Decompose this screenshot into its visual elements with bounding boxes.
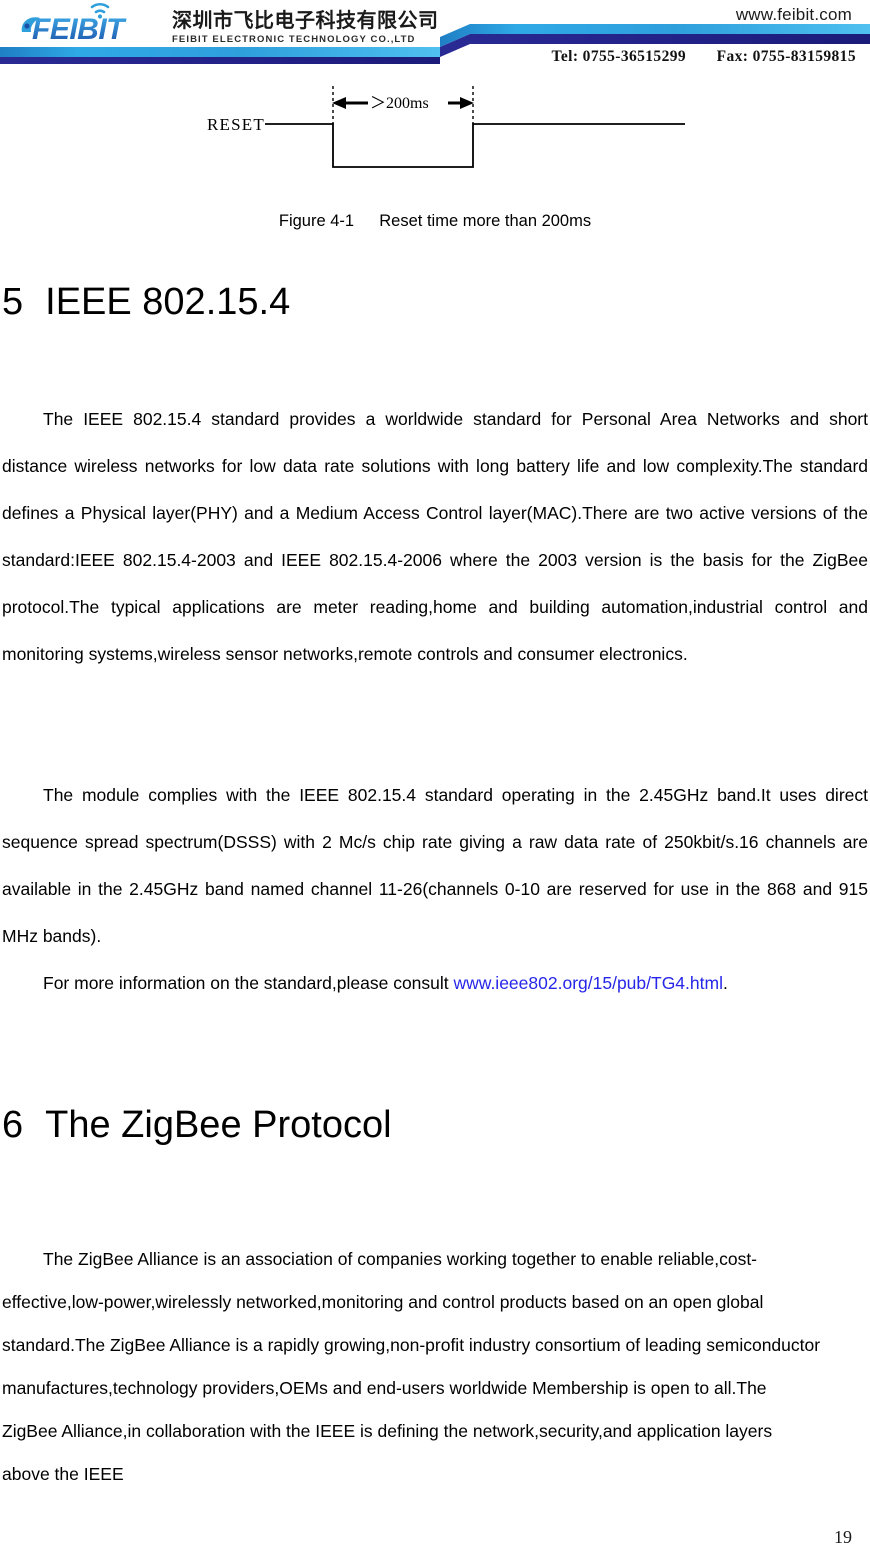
reset-waveform: [265, 123, 685, 168]
paragraph-text: The IEEE 802.15.4 standard provides a wo…: [2, 409, 868, 664]
section-heading-ieee: 5 IEEE 802.15.4: [2, 281, 291, 324]
figure-caption: Figure 4-1 Reset time more than 200ms: [0, 212, 870, 231]
svg-text:FEIBIT: FEIBIT: [32, 13, 127, 46]
brand-logo: FEIBIT 深圳市飞比电子科技有限公司 FEIBIT ELECTRONIC T…: [14, 2, 439, 46]
paragraph-text: For more information on the standard,ple…: [43, 973, 454, 993]
duration-label: ＞200ms: [370, 95, 429, 112]
reset-timing-diagram: RESET ＞200ms: [0, 78, 870, 188]
section-title: IEEE 802.15.4: [45, 281, 291, 323]
tel-value: 0755-36515299: [582, 48, 687, 65]
feibit-logo-icon: FEIBIT: [14, 2, 164, 46]
company-website: www.feibit.com: [735, 5, 852, 24]
contact-info: Tel: 0755-36515299 Fax: 0755-83159815: [552, 48, 856, 66]
ieee-standard-link[interactable]: www.ieee802.org/15/pub/TG4.html: [454, 973, 723, 993]
figure-title: Reset time more than 200ms: [379, 212, 592, 230]
paragraph-text-tail: .: [722, 973, 728, 993]
figure-number: Figure 4-1: [278, 212, 355, 230]
page-number: 19: [834, 1527, 852, 1547]
company-name-en: FEIBIT ELECTRONIC TECHNOLOGY CO.,LTD: [172, 33, 416, 45]
paragraph-text: The module complies with the IEEE 802.15…: [2, 785, 868, 946]
section-heading-zigbee: 6 The ZigBee Protocol: [2, 1104, 392, 1147]
duration-arrow-head-right: [460, 97, 474, 109]
company-name-cn: 深圳市飞比电子科技有限公司: [172, 7, 439, 32]
fax-value: 0755-83159815: [752, 48, 856, 65]
reset-signal-label: RESET: [207, 115, 265, 134]
page-header: FEIBIT 深圳市飞比电子科技有限公司 FEIBIT ELECTRONIC T…: [0, 0, 870, 72]
tel-label: Tel:: [551, 48, 579, 65]
section-number: 5: [2, 281, 24, 323]
paragraph-module-radio: The module complies with the IEEE 802.15…: [2, 772, 868, 960]
duration-arrow-head-left: [332, 97, 346, 109]
paragraph-ieee-overview: The IEEE 802.15.4 standard provides a wo…: [2, 396, 868, 678]
section-number: 6: [2, 1104, 24, 1146]
paragraph-text: The ZigBee Alliance is an association of…: [2, 1249, 821, 1484]
paragraph-more-information: For more information on the standard,ple…: [2, 960, 868, 1007]
fax-label: Fax:: [716, 48, 749, 65]
paragraph-zigbee-alliance: The ZigBee Alliance is an association of…: [2, 1238, 822, 1496]
section-title: The ZigBee Protocol: [45, 1104, 392, 1146]
